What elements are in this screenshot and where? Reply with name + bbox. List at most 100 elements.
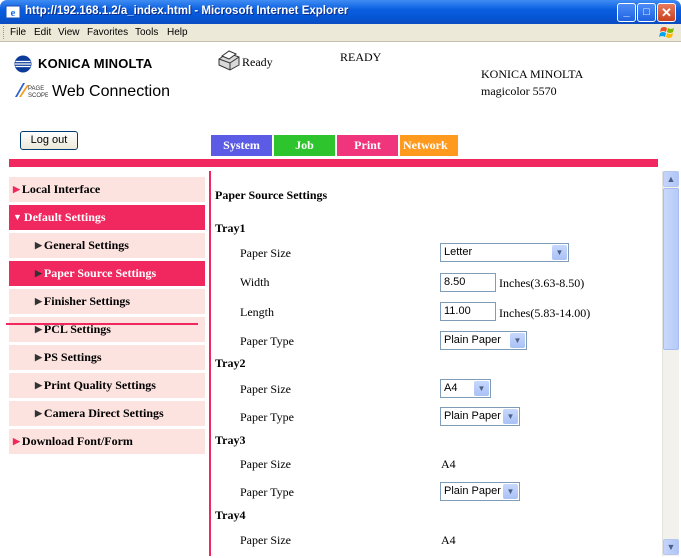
tray1-width-range: Inches(3.63-8.50)	[499, 276, 585, 290]
page-frame: KONICA MINOLTA PAGE SCOPE Web Connection…	[2, 43, 679, 556]
internet-explorer-icon: e	[5, 5, 21, 19]
nav-label: Print Quality Settings	[43, 378, 156, 392]
tray1-heading: Tray1	[215, 221, 246, 235]
arrow-right-icon: ▶	[35, 380, 42, 390]
title-bar[interactable]: e http://192.168.1.2/a_index.html - Micr…	[0, 0, 681, 24]
nav-label: Paper Source Settings	[43, 266, 157, 280]
menu-favorites[interactable]: Favorites	[87, 27, 128, 38]
arrow-right-icon: ▶	[13, 184, 20, 194]
windows-flag-icon	[659, 27, 674, 38]
tab-network[interactable]: Network	[400, 135, 458, 156]
tray1-length-range: Inches(5.83-14.00)	[499, 306, 591, 320]
vertical-scrollbar[interactable]: ▲ ▼	[662, 171, 679, 556]
chevron-down-icon: ▼	[503, 409, 518, 424]
tray2-paper-size-select[interactable]: A4 ▼	[440, 379, 491, 398]
menu-file[interactable]: File	[10, 27, 26, 38]
nav-local-interface[interactable]: ▶ Local Interface	[9, 177, 205, 202]
select-value: Plain Paper	[444, 410, 501, 422]
chevron-down-icon: ▼	[552, 245, 567, 260]
chevron-down-icon: ▼	[503, 484, 518, 499]
printer-status-code: READY	[340, 50, 382, 64]
arrow-right-icon: ▶	[35, 352, 42, 362]
menu-view[interactable]: View	[58, 27, 80, 38]
menu-help[interactable]: Help	[167, 27, 188, 38]
nav-download-font-form[interactable]: ▶ Download Font/Form	[9, 429, 205, 454]
tray2-paper-type-label: Paper Type	[240, 410, 294, 424]
nav-pcl-settings[interactable]: ▶ PCL Settings	[9, 317, 205, 342]
menu-bar: File Edit View Favorites Tools Help	[0, 24, 681, 42]
tray1-paper-type-select[interactable]: Plain Paper ▼	[440, 331, 527, 350]
tray1-paper-size-label: Paper Size	[240, 246, 291, 260]
minimize-button[interactable]: _	[617, 3, 636, 22]
menu-tools[interactable]: Tools	[135, 27, 158, 38]
svg-text:SCOPE: SCOPE	[28, 93, 48, 99]
logout-button[interactable]: Log out	[20, 131, 78, 150]
tray3-heading: Tray3	[215, 433, 246, 447]
tray1-length-input[interactable]: 11.00	[440, 302, 496, 321]
select-value: A4	[444, 382, 458, 394]
close-button[interactable]: ✕	[657, 3, 676, 22]
select-value: Plain Paper	[444, 485, 501, 497]
tray2-paper-type-select[interactable]: Plain Paper ▼	[440, 407, 520, 426]
nav-label: Camera Direct Settings	[43, 406, 164, 420]
scrollbar-thumb[interactable]	[663, 188, 679, 350]
printer-status: Ready	[242, 55, 273, 69]
nav-label: Finisher Settings	[43, 294, 131, 308]
scroll-down-icon[interactable]: ▼	[663, 539, 679, 555]
select-value: Letter	[444, 246, 473, 258]
nav-divider	[6, 323, 198, 325]
tray3-paper-type-label: Paper Type	[240, 485, 294, 499]
tray1-width-input[interactable]: 8.50	[440, 273, 496, 292]
nav-label: PS Settings	[43, 350, 102, 364]
arrow-right-icon: ▶	[13, 436, 20, 446]
nav-label: Download Font/Form	[21, 434, 133, 448]
tray1-width-label: Width	[240, 275, 270, 289]
tray4-paper-size-value: A4	[441, 533, 456, 547]
tray2-heading: Tray2	[215, 356, 246, 370]
chevron-down-icon: ▼	[510, 333, 525, 348]
tab-system[interactable]: System	[211, 135, 272, 156]
arrow-right-icon: ▶	[35, 240, 42, 250]
arrow-right-icon: ▶	[35, 324, 42, 334]
tray1-length-label: Length	[240, 305, 274, 319]
arrow-right-icon: ▶	[35, 296, 42, 306]
scroll-up-icon[interactable]: ▲	[663, 171, 679, 187]
nav-print-quality-settings[interactable]: ▶ Print Quality Settings	[9, 373, 205, 398]
nav-label: Default Settings	[23, 210, 106, 224]
brand-name: KONICA MINOLTA	[38, 56, 153, 71]
tray4-paper-size-label: Paper Size	[240, 533, 291, 547]
tray3-paper-type-select[interactable]: Plain Paper ▼	[440, 482, 520, 501]
menu-edit[interactable]: Edit	[34, 27, 51, 38]
pagescope-logo-icon: PAGE SCOPE	[15, 83, 48, 99]
chevron-down-icon: ▼	[474, 381, 489, 396]
nav-finisher-settings[interactable]: ▶ Finisher Settings	[9, 289, 205, 314]
tray3-paper-size-label: Paper Size	[240, 457, 291, 471]
device-vendor: KONICA MINOLTA	[481, 67, 584, 81]
arrow-down-icon: ▼	[13, 212, 22, 222]
nav-default-settings[interactable]: ▼ Default Settings	[9, 205, 205, 230]
printer-icon	[218, 50, 240, 71]
tray1-paper-type-label: Paper Type	[240, 334, 294, 348]
arrow-right-icon: ▶	[35, 408, 42, 418]
menu-grip	[3, 26, 6, 39]
device-model: magicolor 5570	[481, 84, 557, 98]
tray3-paper-size-value: A4	[441, 457, 456, 471]
nav-paper-source-settings[interactable]: ▶ Paper Source Settings	[9, 261, 205, 286]
konica-minolta-logo-icon	[14, 55, 32, 73]
nav-label: Local Interface	[21, 182, 101, 196]
tray1-paper-size-select[interactable]: Letter ▼	[440, 243, 569, 262]
tray2-paper-size-label: Paper Size	[240, 382, 291, 396]
page-title: Paper Source Settings	[215, 188, 328, 202]
tab-print[interactable]: Print	[337, 135, 398, 156]
maximize-button[interactable]: □	[637, 3, 656, 22]
tray4-heading: Tray4	[215, 508, 246, 522]
nav-camera-direct-settings[interactable]: ▶ Camera Direct Settings	[9, 401, 205, 426]
tab-job[interactable]: Job	[274, 135, 335, 156]
select-value: Plain Paper	[444, 334, 501, 346]
nav-ps-settings[interactable]: ▶ PS Settings	[9, 345, 205, 370]
nav-vertical-divider	[209, 171, 211, 556]
nav-general-settings[interactable]: ▶ General Settings	[9, 233, 205, 258]
svg-text:e: e	[11, 7, 16, 19]
nav-label: General Settings	[43, 238, 129, 252]
arrow-right-icon: ▶	[35, 268, 42, 278]
